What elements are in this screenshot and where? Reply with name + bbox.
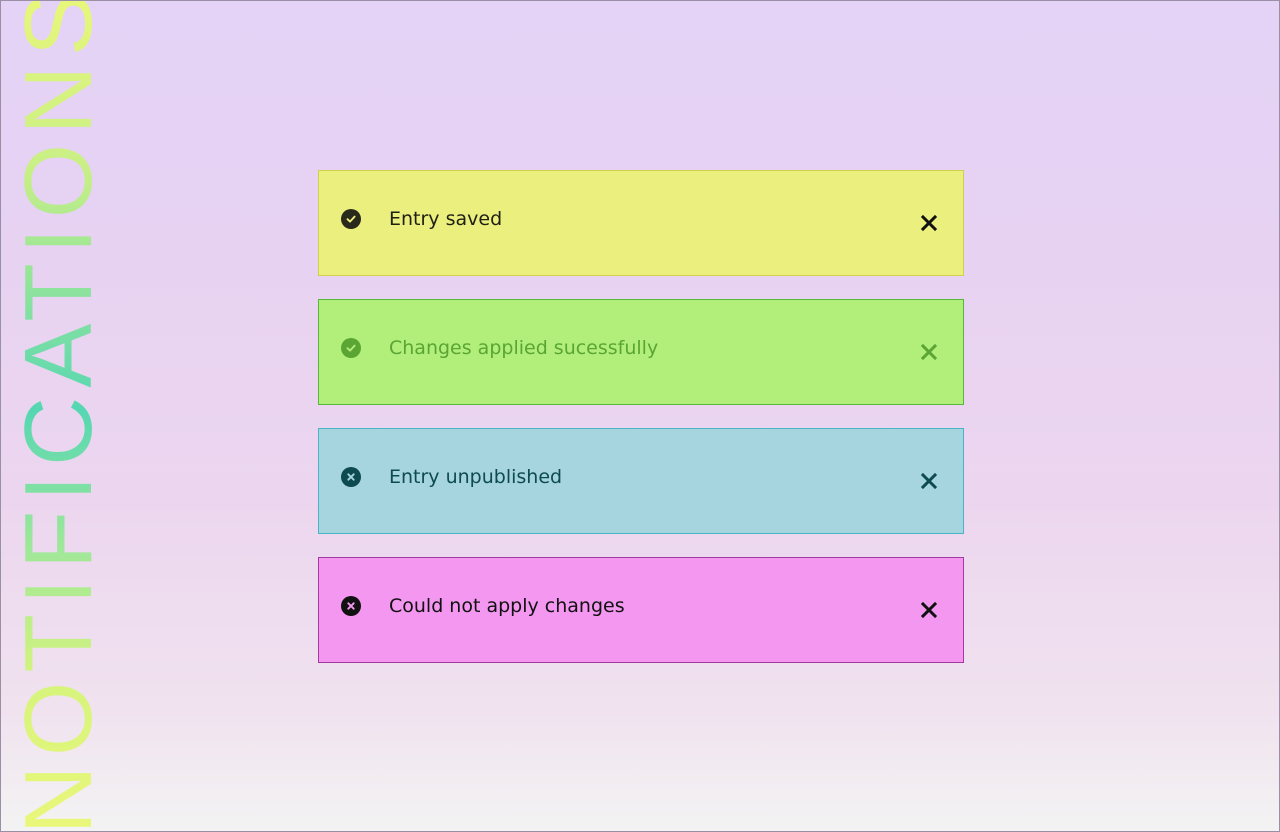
close-icon[interactable] <box>919 342 939 362</box>
notification-message: Entry unpublished <box>389 466 563 488</box>
check-circle-icon <box>341 338 361 358</box>
page: NOTIFICATIONS Entry saved Changes applie… <box>0 0 1280 832</box>
notification-entry-unpublished: Entry unpublished <box>318 428 964 534</box>
notification-message: Changes applied sucessfully <box>389 337 659 359</box>
notification-message: Entry saved <box>389 208 503 230</box>
notification-entry-saved: Entry saved <box>318 170 964 276</box>
close-icon[interactable] <box>919 213 939 233</box>
notification-message: Could not apply changes <box>389 595 625 617</box>
close-icon[interactable] <box>919 600 939 620</box>
x-circle-icon <box>341 596 361 616</box>
page-title: NOTIFICATIONS <box>5 1 112 831</box>
close-icon[interactable] <box>919 471 939 491</box>
notification-changes-applied: Changes applied sucessfully <box>318 299 964 405</box>
x-circle-icon <box>341 467 361 487</box>
check-circle-icon <box>341 209 361 229</box>
notification-could-not-apply: Could not apply changes <box>318 557 964 663</box>
